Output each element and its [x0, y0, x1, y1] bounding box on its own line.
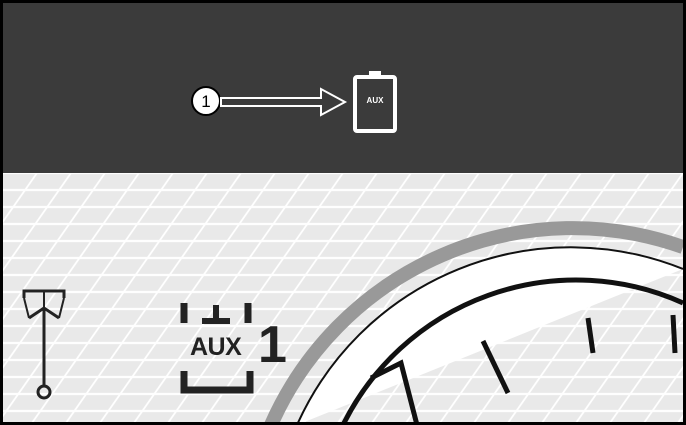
aux-number: 1: [258, 316, 287, 374]
display-frame: 1 AUX AUX 1: [0, 0, 686, 425]
boom-hook-icon: [22, 289, 66, 400]
aux-icon-text: AUX: [366, 96, 384, 105]
aux-indicator: AUX 1: [178, 303, 288, 398]
arrow-right-icon: [220, 87, 348, 117]
aux-label: AUX: [190, 333, 242, 361]
